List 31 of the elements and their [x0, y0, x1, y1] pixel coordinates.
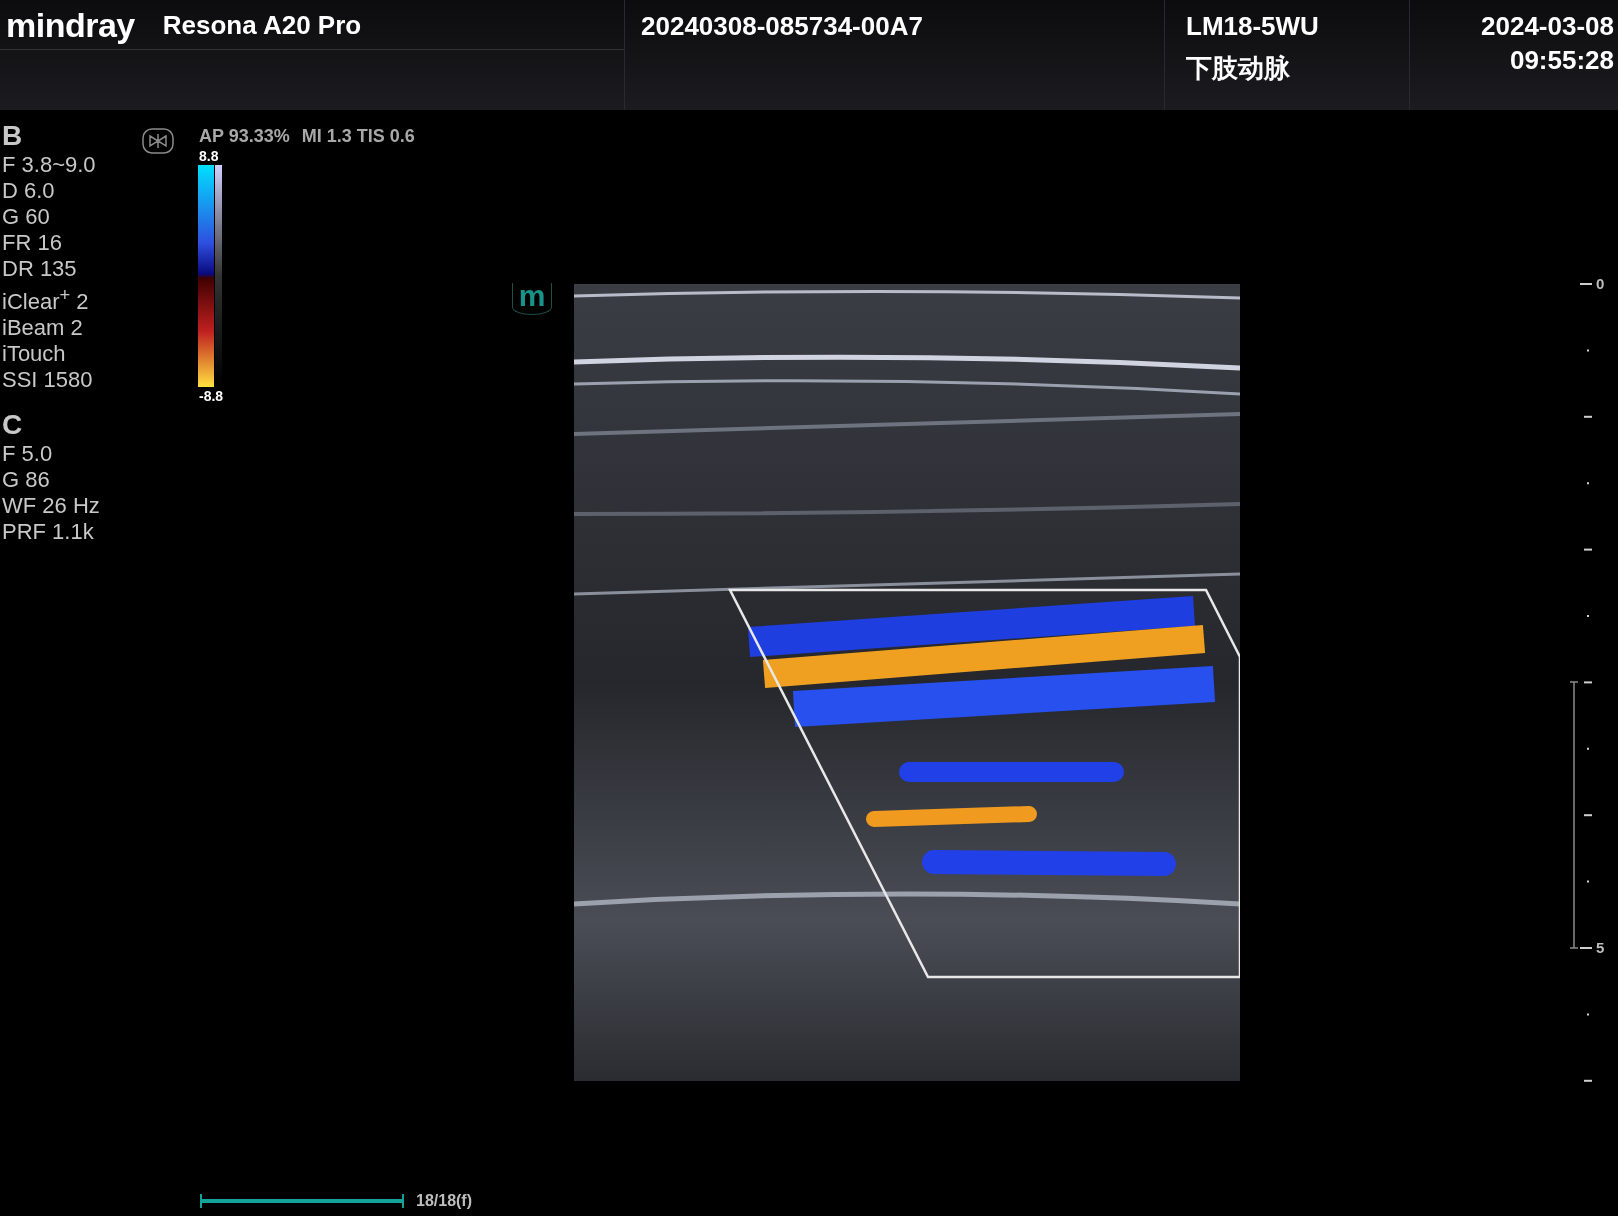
parameter-text: F 5.0 — [2, 441, 53, 468]
parameter-text: DR 135 — [2, 256, 77, 282]
acoustic-output-text: AP 93.33% — [199, 125, 290, 147]
parameter-text: iBeam 2 — [2, 315, 83, 342]
orientation-mark: m — [512, 283, 552, 315]
velocity-min-label: -8.8 — [199, 387, 224, 405]
exam-date: 2024-03-08 — [1481, 10, 1614, 42]
probe-name: LM18-5WU — [1186, 10, 1320, 42]
probe-orientation-icon — [142, 128, 174, 154]
parameter-text: FR 16 — [2, 230, 62, 256]
parameter-text: WF 26 Hz — [2, 493, 100, 520]
exam-type: 下肢动脉 — [1186, 52, 1291, 84]
device-model: Resona A20 Pro — [162, 10, 362, 41]
depth-label: 0 — [1596, 276, 1605, 292]
frame-counter: 18/18(f) — [416, 1192, 473, 1210]
mode-title: C — [2, 409, 23, 442]
mode-title: B — [2, 120, 23, 152]
depth-label: 5 — [1596, 940, 1605, 956]
velocity-max-label: 8.8 — [199, 147, 219, 165]
parameter-text: G 86 — [2, 467, 50, 494]
exam-id: 20240308-085734-00A7 — [641, 10, 924, 42]
parameter-text: F 3.8~9.0 — [2, 152, 96, 178]
acoustic-output-text: MI 1.3 TIS 0.6 — [301, 125, 415, 147]
parameter-text: G 60 — [2, 204, 50, 230]
parameter-text: iTouch — [2, 341, 66, 368]
brand-logo: mindray — [6, 6, 135, 45]
parameter-text: D 6.0 — [2, 178, 55, 204]
parameter-text: SSI 1580 — [2, 367, 93, 394]
exam-time: 09:55:28 — [1509, 44, 1614, 76]
parameter-text: iClear$^{+}$ 2 — [2, 283, 89, 316]
parameter-text: PRF 1.1k — [2, 519, 94, 546]
